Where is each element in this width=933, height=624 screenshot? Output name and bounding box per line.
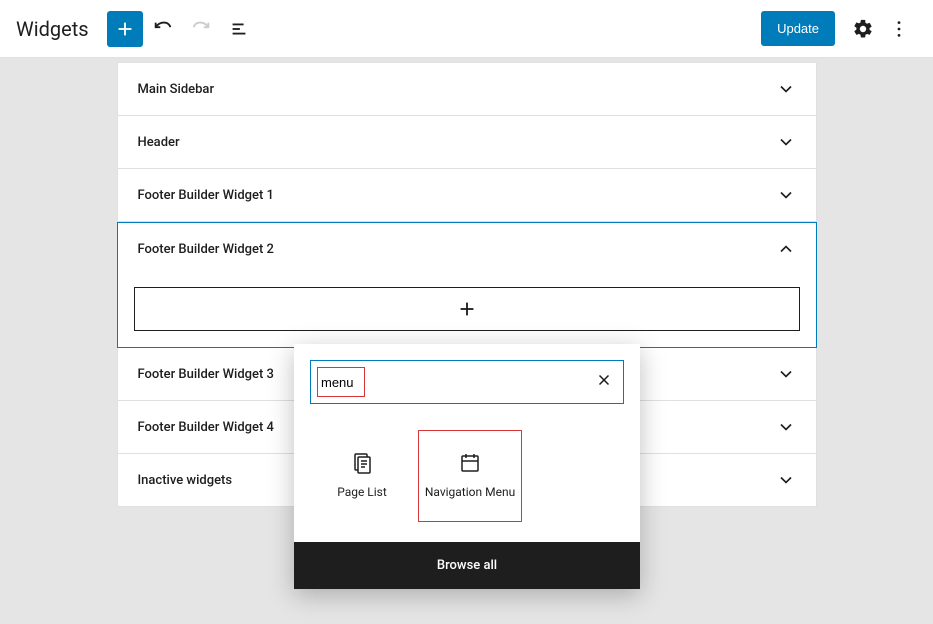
chevron-down-icon <box>776 470 796 490</box>
settings-button[interactable] <box>845 11 881 47</box>
undo-button[interactable] <box>145 11 181 47</box>
list-view-icon <box>228 18 250 40</box>
browse-all-button[interactable]: Browse all <box>294 542 640 589</box>
chevron-up-icon <box>776 239 796 259</box>
block-navigation-menu[interactable]: Navigation Menu <box>418 430 522 522</box>
widget-area-footer-2[interactable]: Footer Builder Widget 2 <box>117 222 817 348</box>
plus-icon <box>114 18 136 40</box>
add-block-placeholder-button[interactable] <box>134 287 800 331</box>
redo-button[interactable] <box>183 11 219 47</box>
area-title: Footer Builder Widget 1 <box>138 188 274 203</box>
block-label: Page List <box>337 485 387 501</box>
chevron-down-icon <box>776 185 796 205</box>
block-label: Navigation Menu <box>425 485 515 501</box>
area-title: Header <box>138 135 180 150</box>
block-page-list[interactable]: Page List <box>310 430 414 522</box>
area-title: Main Sidebar <box>138 82 215 97</box>
update-button[interactable]: Update <box>761 11 835 46</box>
chevron-down-icon <box>776 364 796 384</box>
widget-area-main-sidebar[interactable]: Main Sidebar <box>117 62 817 116</box>
add-block-button[interactable] <box>107 11 143 47</box>
redo-icon <box>190 18 212 40</box>
block-inserter-popup: Page List Navigation Menu Browse all <box>294 344 640 589</box>
more-vertical-icon <box>888 18 910 40</box>
undo-icon <box>152 18 174 40</box>
widget-area-header[interactable]: Header <box>117 116 817 169</box>
area-title: Footer Builder Widget 2 <box>138 242 274 257</box>
widget-area-footer-1[interactable]: Footer Builder Widget 1 <box>117 169 817 222</box>
area-title: Inactive widgets <box>138 473 233 488</box>
page-title: Widgets <box>16 17 89 41</box>
page-list-icon <box>350 451 374 475</box>
navigation-menu-icon <box>458 451 482 475</box>
chevron-down-icon <box>776 417 796 437</box>
chevron-down-icon <box>776 79 796 99</box>
area-title: Footer Builder Widget 4 <box>138 420 274 435</box>
close-icon <box>595 371 613 389</box>
area-title: Footer Builder Widget 3 <box>138 367 274 382</box>
list-view-button[interactable] <box>221 11 257 47</box>
chevron-down-icon <box>776 132 796 152</box>
plus-icon <box>456 298 478 320</box>
search-input[interactable] <box>321 375 595 390</box>
clear-search-button[interactable] <box>595 371 613 393</box>
more-options-button[interactable] <box>881 11 917 47</box>
gear-icon <box>852 18 874 40</box>
